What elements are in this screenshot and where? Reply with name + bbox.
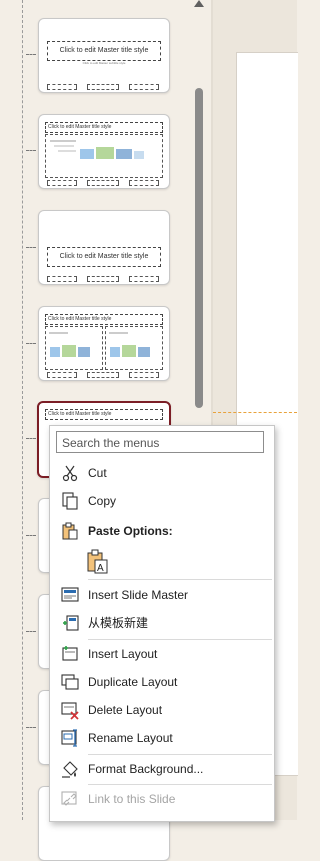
- menu-item-label: Cut: [88, 466, 107, 480]
- thumbnail-connector: [26, 535, 36, 536]
- menu-item-label: 从模板新建: [88, 616, 149, 630]
- duplicate-layout-icon: [61, 674, 79, 690]
- thumbnail-footer: [87, 276, 119, 282]
- menu-separator: [88, 639, 272, 640]
- thumbnail-connector: [26, 438, 36, 439]
- alignment-guide: [213, 412, 297, 413]
- hierarchy-connector-line: [22, 0, 23, 820]
- menu-item-new-from-template[interactable]: 从模板新建: [50, 610, 274, 636]
- thumbnail-right-content: [105, 326, 163, 370]
- thumbnail-footer: [47, 180, 77, 186]
- thumbnail-footer: [129, 276, 159, 282]
- delete-layout-icon: [61, 702, 79, 720]
- layout-thumbnail-title-slide[interactable]: Click to edit Master title style Click t…: [38, 18, 170, 93]
- thumbnail-title: Click to edit Master title style: [45, 314, 163, 325]
- thumbnail-footer: [129, 372, 159, 378]
- thumbnail-title: Click to edit Master title style: [45, 122, 163, 133]
- thumbnail-title: Click to edit Master title style: [47, 247, 161, 267]
- thumbnail-footer: [87, 180, 119, 186]
- menu-item-rename-layout[interactable]: Rename Layout: [50, 725, 274, 751]
- link-slide-icon: [61, 791, 77, 806]
- new-from-template-icon: [63, 615, 79, 631]
- thumbnail-connector: [26, 247, 36, 248]
- thumbnail-content-preview-icon: [49, 332, 90, 357]
- thumbnail-footer: [129, 84, 159, 90]
- menu-separator: [88, 784, 272, 785]
- thumbnail-left-content: [45, 326, 103, 370]
- menu-search-input[interactable]: Search the menus: [56, 431, 264, 453]
- clipboard-icon: [62, 522, 78, 540]
- thumbnail-connector: [26, 343, 36, 344]
- svg-text:A: A: [97, 563, 104, 574]
- menu-item-link-to-slide: Link to this Slide: [50, 786, 274, 812]
- scrollbar-thumb[interactable]: [195, 88, 203, 408]
- menu-item-label: Copy: [88, 494, 117, 508]
- thumbnail-connector: [26, 631, 36, 632]
- thumbnail-title: Click to edit Master title style: [47, 41, 161, 61]
- menu-item-label: Insert Slide Master: [88, 588, 189, 602]
- thumbnail-connector: [26, 727, 36, 728]
- menu-item-insert-layout[interactable]: Insert Layout: [50, 641, 274, 667]
- thumbnail-footer: [87, 372, 119, 378]
- menu-item-label: Delete Layout: [88, 703, 163, 717]
- thumbnail-title: Click to edit Master title style: [45, 409, 163, 420]
- menu-item-cut[interactable]: Cut: [50, 460, 274, 486]
- menu-item-format-background[interactable]: Format Background...: [50, 756, 274, 782]
- menu-item-duplicate-layout[interactable]: Duplicate Layout: [50, 669, 274, 695]
- thumbnail-footer: [47, 372, 77, 378]
- format-background-icon: [62, 761, 78, 778]
- layout-thumbnail-two-content[interactable]: Click to edit Master title style: [38, 306, 170, 381]
- menu-item-paste-options: Paste Options:: [50, 518, 274, 544]
- thumbnail-footer: [47, 84, 77, 90]
- rename-layout-icon: [61, 729, 77, 747]
- insert-slide-master-icon: [61, 587, 79, 602]
- thumbnail-footer: [47, 276, 77, 282]
- menu-item-label: Link to this Slide: [88, 792, 176, 806]
- thumbnail-footer: [129, 180, 159, 186]
- copy-icon: [62, 492, 78, 510]
- thumbnail-content-preview-icon: [109, 332, 150, 357]
- menu-item-insert-slide-master[interactable]: Insert Slide Master: [50, 582, 274, 608]
- thumbnail-connector: [26, 54, 36, 55]
- layout-thumbnail-section-header[interactable]: Click to edit Master title style: [38, 210, 170, 285]
- menu-item-label: Format Background...: [88, 762, 204, 776]
- thumbnail-connector: [26, 150, 36, 151]
- thumbnail-content-placeholder: [45, 134, 163, 178]
- insert-layout-icon: [62, 646, 78, 661]
- thumbnail-content-preview-icon: [50, 140, 144, 159]
- menu-item-label: Rename Layout: [88, 731, 173, 745]
- menu-item-label: Insert Layout: [88, 647, 158, 661]
- thumbnail-subtitle: Click to edit Master subtitle style: [82, 61, 126, 65]
- menu-separator: [88, 754, 272, 755]
- layout-thumbnail-content[interactable]: Click to edit Master title style: [38, 114, 170, 189]
- menu-item-label: Duplicate Layout: [88, 675, 178, 689]
- paste-keep-text-icon[interactable]: A: [86, 549, 110, 575]
- menu-item-label: Paste Options:: [88, 524, 173, 538]
- context-menu: Search the menus Cut Copy Paste Options:…: [49, 425, 275, 822]
- scissors-icon: [62, 465, 78, 482]
- menu-separator: [88, 579, 272, 580]
- scroll-up-arrow-icon[interactable]: [194, 0, 204, 7]
- menu-item-delete-layout[interactable]: Delete Layout: [50, 697, 274, 723]
- menu-item-copy[interactable]: Copy: [50, 488, 274, 514]
- thumbnail-footer: [87, 84, 119, 90]
